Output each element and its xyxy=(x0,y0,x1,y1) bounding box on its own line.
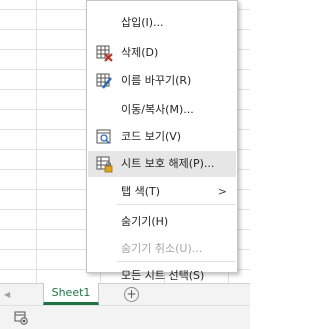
unprotect-sheet-icon xyxy=(96,156,113,173)
scroll-left-icon[interactable]: ◀ xyxy=(4,289,14,301)
menu-item-label: 숨기기 취소(U)... xyxy=(121,242,203,255)
rename-icon xyxy=(96,73,112,89)
macro-record-icon[interactable] xyxy=(14,311,28,325)
menu-item-unprotect-sheet[interactable]: 시트 보호 해제(P)... xyxy=(88,151,236,177)
menu-item-label: 탭 색(T) xyxy=(121,185,161,198)
status-bar xyxy=(0,305,250,329)
menu-item-label: 코드 보기(V) xyxy=(121,130,182,143)
menu-item-label: 숨기기(H) xyxy=(121,215,169,228)
menu-item-label: 이름 바꾸기(R) xyxy=(121,74,192,87)
menu-item-unhide: 숨기기 취소(U)... xyxy=(88,236,236,262)
menu-item-label: 삽입(I)... xyxy=(121,16,164,29)
menu-item-label: 삭제(D) xyxy=(121,46,159,59)
menu-item-rename[interactable]: 이름 바꾸기(R) xyxy=(88,68,236,94)
menu-item-label: 이동/복사(M)... xyxy=(121,103,194,116)
chevron-right-icon: > xyxy=(217,185,227,198)
menu-item-select-all-sheets[interactable]: 모든 시트 선택(S) xyxy=(88,263,236,289)
view-code-icon xyxy=(96,129,111,144)
add-sheet-button[interactable]: + xyxy=(124,287,139,302)
menu-item-insert[interactable]: 삽입(I)... xyxy=(88,10,236,36)
menu-item-hide[interactable]: 숨기기(H) xyxy=(88,209,236,235)
delete-sheet-icon xyxy=(96,45,113,62)
menu-item-label: 모든 시트 선택(S) xyxy=(121,269,205,282)
menu-item-delete[interactable]: 삭제(D) xyxy=(88,40,236,66)
sheet-context-menu: 삽입(I)... 삭제(D) 이름 바꾸기(R) 이동/복사(M)... 코드 … xyxy=(86,0,238,282)
menu-item-label: 시트 보호 해제(P)... xyxy=(121,157,215,170)
menu-separator xyxy=(117,204,235,205)
menu-item-tab-color[interactable]: 탭 색(T) > xyxy=(88,179,236,205)
menu-item-view-code[interactable]: 코드 보기(V) xyxy=(88,124,236,150)
menu-item-move-copy[interactable]: 이동/복사(M)... xyxy=(88,97,236,123)
menu-separator xyxy=(117,261,235,262)
